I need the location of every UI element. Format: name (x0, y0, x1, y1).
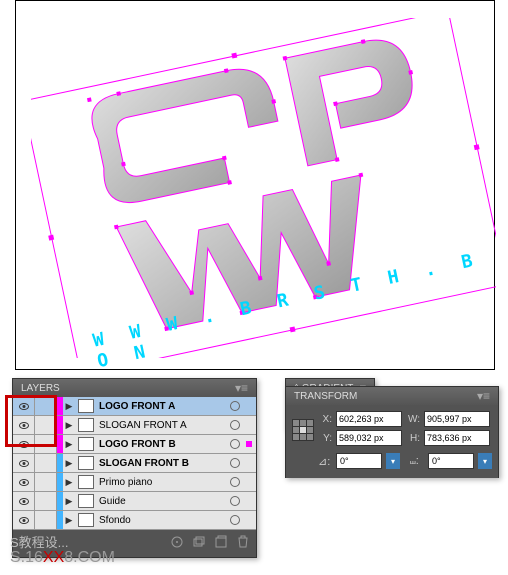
expand-arrow-icon[interactable]: ▶ (63, 401, 75, 412)
layer-name-label[interactable]: SLOGAN FRONT B (97, 458, 230, 469)
y-input[interactable] (336, 430, 402, 446)
panel-menu-icon[interactable]: ▾≡ (235, 381, 248, 395)
shear-input[interactable]: 0° (428, 453, 474, 469)
layer-thumbnail (78, 494, 94, 508)
x-input[interactable] (336, 411, 402, 427)
target-icon[interactable] (230, 401, 240, 411)
canvas[interactable]: W W W . B R S T H . B O N (15, 0, 495, 370)
layer-thumbnail (78, 418, 94, 432)
layer-row[interactable]: ▶ Guide (13, 492, 256, 511)
expand-arrow-icon[interactable]: ▶ (63, 439, 75, 450)
lock-toggle[interactable] (35, 454, 57, 472)
layer-row[interactable]: ▶ Sfondo (13, 511, 256, 530)
layer-thumbnail (78, 456, 94, 470)
layer-name-label[interactable]: LOGO FRONT B (97, 439, 230, 450)
w-input[interactable] (424, 411, 490, 427)
visibility-toggle[interactable] (13, 511, 35, 529)
layers-title: LAYERS (21, 383, 60, 394)
visibility-toggle[interactable] (13, 473, 35, 491)
y-label: Y: (318, 433, 332, 444)
new-sublayer-icon[interactable] (192, 535, 206, 549)
visibility-toggle[interactable] (13, 454, 35, 472)
transform-panel: TRANSFORM ▾≡ X: W: Y: (285, 386, 499, 478)
expand-arrow-icon[interactable]: ▶ (63, 515, 75, 526)
layer-row[interactable]: ▶ Primo piano (13, 473, 256, 492)
layer-row[interactable]: ▶ SLOGAN FRONT B (13, 454, 256, 473)
layer-name-label[interactable]: Primo piano (97, 477, 230, 488)
annotation-highlight (5, 395, 57, 447)
transform-panel-header[interactable]: TRANSFORM ▾≡ (286, 387, 498, 405)
layer-thumbnail (78, 437, 94, 451)
selection-indicator (246, 441, 252, 447)
expand-arrow-icon[interactable]: ▶ (63, 496, 75, 507)
target-icon[interactable] (230, 458, 240, 468)
expand-arrow-icon[interactable]: ▶ (63, 458, 75, 469)
trash-icon[interactable] (236, 535, 250, 549)
target-icon[interactable] (230, 496, 240, 506)
h-input[interactable] (424, 430, 490, 446)
shear-icon: ⧢: (410, 455, 424, 468)
locate-icon[interactable] (170, 535, 184, 549)
lock-toggle[interactable] (35, 511, 57, 529)
target-icon[interactable] (230, 515, 240, 525)
reference-point[interactable] (292, 419, 314, 441)
x-label: X: (318, 414, 332, 425)
target-icon[interactable] (230, 420, 240, 430)
visibility-toggle[interactable] (13, 492, 35, 510)
target-icon[interactable] (230, 439, 240, 449)
layer-name-label[interactable]: LOGO FRONT A (97, 401, 230, 412)
layer-thumbnail (78, 475, 94, 489)
target-icon[interactable] (230, 477, 240, 487)
rotate-dropdown-btn[interactable]: ▾ (386, 453, 400, 469)
expand-arrow-icon[interactable]: ▶ (63, 420, 75, 431)
artwork[interactable]: W W W . B R S T H . B O N (21, 6, 491, 361)
transform-title: TRANSFORM (294, 391, 357, 402)
shear-dropdown-btn[interactable]: ▾ (478, 453, 492, 469)
rotate-input[interactable]: 0° (336, 453, 382, 469)
lock-toggle[interactable] (35, 473, 57, 491)
new-layer-icon[interactable] (214, 535, 228, 549)
layer-thumbnail (78, 399, 94, 413)
h-label: H: (406, 433, 420, 444)
expand-arrow-icon[interactable]: ▶ (63, 477, 75, 488)
layer-name-label[interactable]: Guide (97, 496, 230, 507)
layer-name-label[interactable]: Sfondo (97, 515, 230, 526)
layer-thumbnail (78, 513, 94, 527)
panel-menu-icon[interactable]: ▾≡ (477, 389, 490, 403)
lock-toggle[interactable] (35, 492, 57, 510)
w-label: W: (406, 414, 420, 425)
watermark-url: S.16XX8.COM (10, 549, 115, 567)
rotate-icon: ⊿: (318, 455, 332, 468)
layer-name-label[interactable]: SLOGAN FRONT A (97, 420, 230, 431)
